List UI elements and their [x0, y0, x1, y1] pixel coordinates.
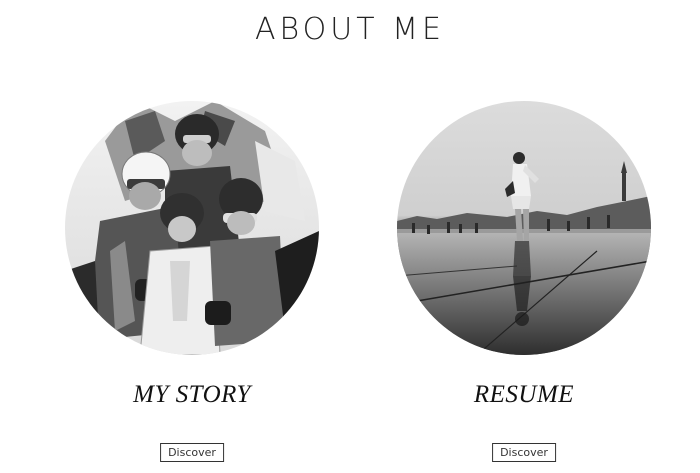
my-story-title: MY STORY	[133, 381, 251, 408]
page-title: ABOUT ME	[255, 12, 445, 47]
resume-title: RESUME	[473, 381, 575, 408]
my-story-card: MY STORY Discover	[62, 101, 322, 462]
resume-image[interactable]	[397, 101, 651, 355]
my-story-discover-button[interactable]: Discover	[160, 443, 224, 462]
my-story-image[interactable]	[65, 101, 319, 355]
resume-card: RESUME Discover	[394, 101, 654, 462]
resume-discover-button[interactable]: Discover	[492, 443, 556, 462]
